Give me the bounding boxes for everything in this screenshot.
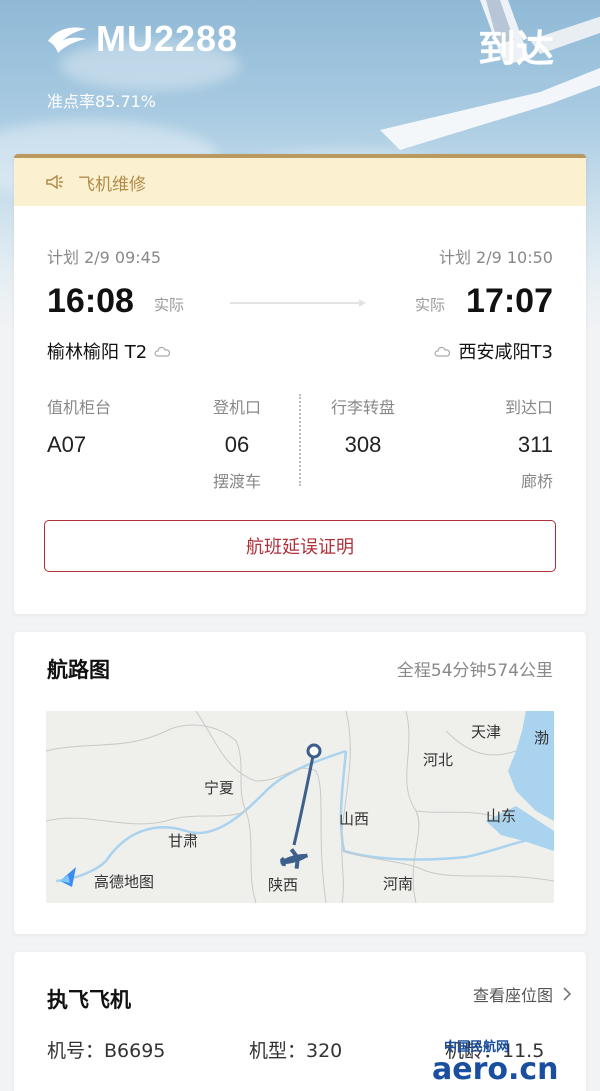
origin-marker	[306, 743, 322, 759]
notice-bar[interactable]: 飞机维修	[14, 158, 586, 206]
flight-number: MU2288	[96, 18, 239, 59]
airport-info-grid: 值机柜台 A07 登机口 06 摆渡车 行李转盘 308 到达口 311 廊桥	[47, 394, 553, 494]
route-card: 航路图 全程54分钟574公里 天津 渤 河北 宁夏 山西 山东 甘肃 陕西 河…	[14, 632, 586, 934]
arr-actual-time: 17:07	[466, 282, 553, 320]
boarding-gate: 登机口 06 摆渡车	[212, 398, 261, 491]
arr-airport[interactable]: 西安咸阳T3	[459, 338, 553, 364]
route-title: 航路图	[47, 658, 110, 682]
chevron-right-icon	[563, 987, 572, 1001]
map-label-bo: 渤	[534, 729, 549, 747]
cloudy-weather-icon	[433, 346, 450, 357]
china-eastern-logo	[48, 27, 86, 53]
flight-status: 到达	[477, 27, 554, 71]
map-label-ningxia: 宁夏	[204, 779, 234, 797]
divider	[299, 394, 301, 486]
arr-planned-time: 计划 2/9 10:50	[438, 248, 553, 267]
flight-detail-card: 飞机维修 计划 2/9 09:45 计划 2/9 10:50 16:08 实际 …	[14, 154, 586, 614]
aircraft-type: 机型：320	[249, 1040, 343, 1062]
baggage-carousel: 行李转盘 308	[330, 398, 395, 457]
svg-text:aero.cn: aero.cn	[432, 1052, 559, 1085]
map-label-shandong: 山东	[486, 807, 516, 825]
actual-times: 16:08 实际 实际 17:07	[47, 282, 553, 322]
planned-times: 计划 2/9 09:45 计划 2/9 10:50	[47, 244, 553, 268]
arrival-exit: 到达口 311 廊桥	[504, 398, 553, 491]
seat-map-link[interactable]: 查看座位图	[473, 982, 572, 1006]
notice-text: 飞机维修	[78, 174, 146, 195]
map-label-henan: 河南	[383, 875, 413, 893]
dep-actual-label: 实际	[154, 296, 185, 314]
dep-airport[interactable]: 榆林榆阳 T2	[47, 338, 147, 364]
checkin-counter: 值机柜台 A07	[47, 398, 112, 457]
flight-header: MU2288	[46, 18, 238, 60]
megaphone-icon	[46, 175, 63, 189]
dep-actual-time: 16:08	[47, 282, 134, 320]
aircraft-title: 执飞飞机	[47, 988, 131, 1012]
map-label-shaanxi: 陕西	[268, 876, 298, 894]
cloudy-weather-icon	[154, 346, 171, 357]
arr-actual-label: 实际	[414, 296, 445, 314]
flight-arrow	[230, 299, 366, 307]
dep-planned-time: 计划 2/9 09:45	[47, 248, 162, 267]
map-label-gansu: 甘肃	[168, 832, 198, 850]
route-summary: 全程54分钟574公里	[396, 661, 553, 681]
airports: 榆林榆阳 T2 西安咸阳T3	[47, 338, 553, 364]
map-label-tianjin: 天津	[471, 723, 501, 741]
route-map[interactable]: 天津 渤 河北 宁夏 山西 山东 甘肃 陕西 河南 高德地图	[46, 711, 554, 903]
map-label-shanxi: 山西	[339, 810, 369, 828]
aero-cn-watermark: 中国民航网 aero.cn	[432, 1039, 559, 1085]
ontime-rate: 准点率85.71%	[47, 92, 157, 111]
svg-text:高德地图: 高德地图	[94, 873, 154, 891]
map-canvas: 天津 渤 河北 宁夏 山西 山东 甘肃 陕西 河南 高德地图	[46, 711, 554, 903]
delay-certificate-button[interactable]: 航班延误证明	[44, 520, 556, 572]
map-label-hebei: 河北	[423, 751, 453, 769]
aircraft-registration: 机号：B6695	[47, 1040, 166, 1062]
